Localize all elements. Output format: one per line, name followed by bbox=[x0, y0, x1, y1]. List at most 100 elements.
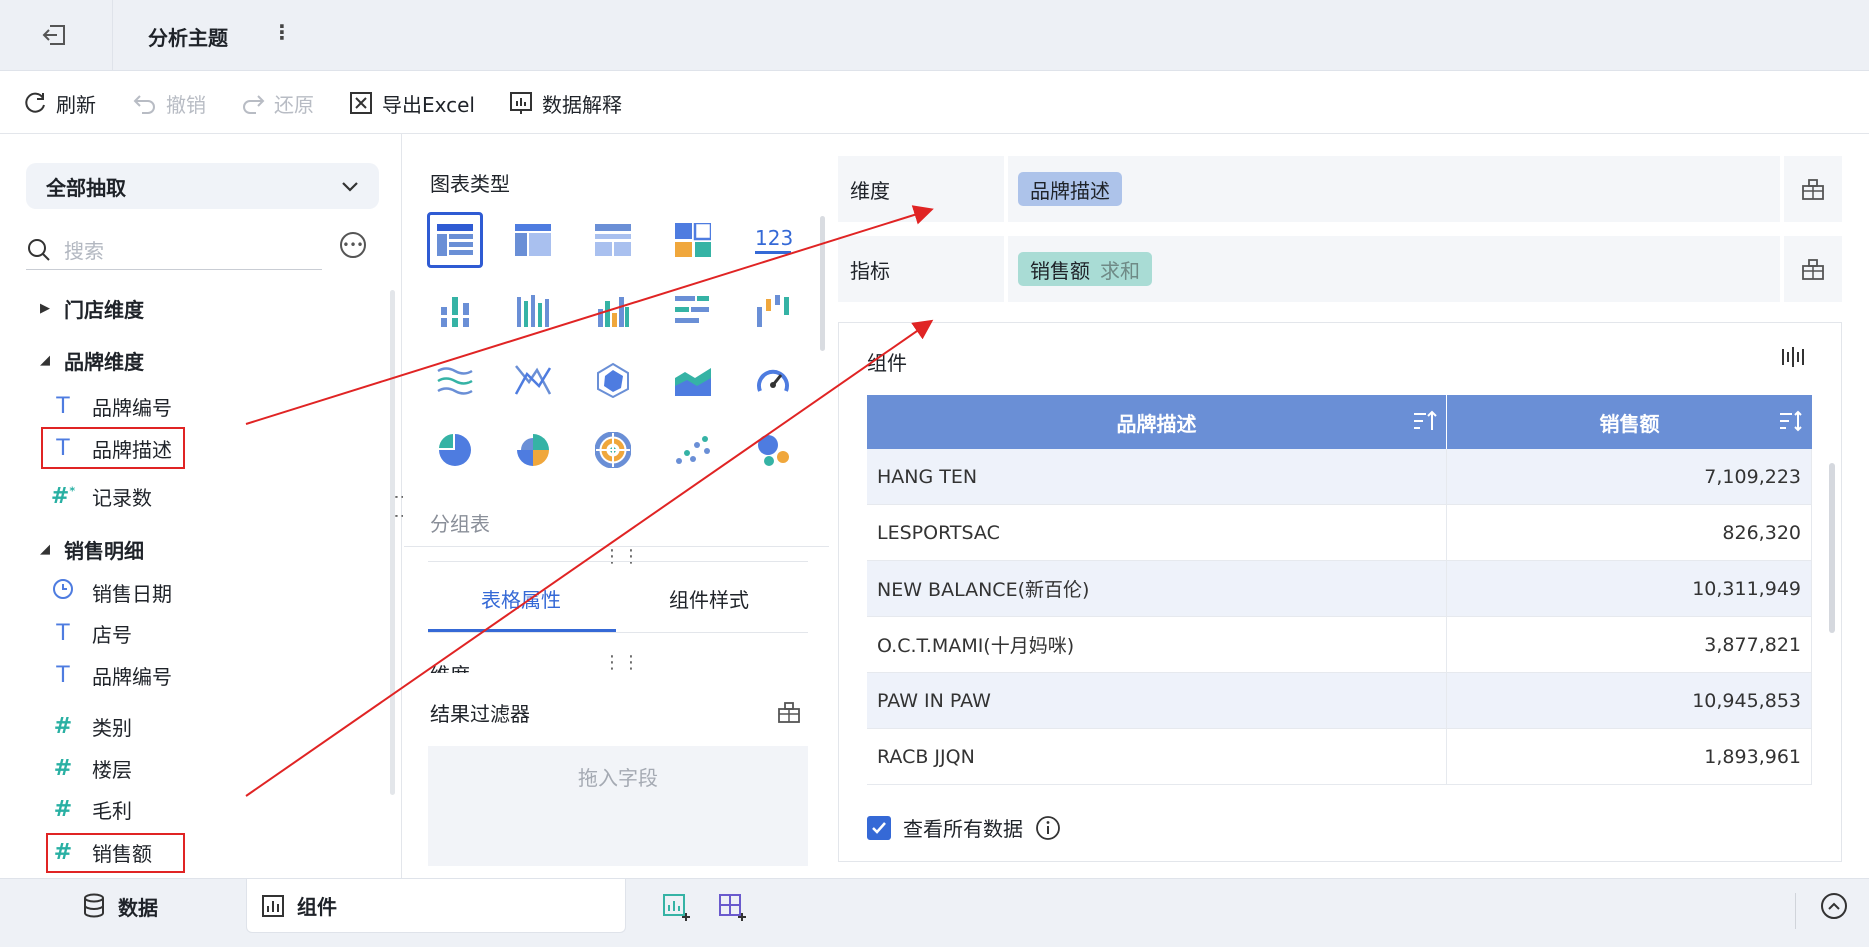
checkbox-checked-icon[interactable] bbox=[867, 815, 891, 840]
excel-icon bbox=[350, 92, 372, 114]
table-scrollbar[interactable] bbox=[1829, 463, 1835, 633]
dimension-section-label: 维度 bbox=[430, 659, 470, 673]
column-header-sales[interactable]: 销售额 bbox=[1447, 395, 1812, 449]
data-table: 品牌描述 销售额 HANG TEN 7,109,223 LESPORTSAC 8… bbox=[867, 395, 1812, 785]
dimension-drop-zone[interactable]: 品牌描述 bbox=[1008, 156, 1780, 222]
hierarchy-icon bbox=[1802, 259, 1824, 280]
grouped-bar-chart-icon[interactable] bbox=[427, 282, 483, 338]
field-label: 店号 bbox=[92, 622, 132, 647]
redo-button[interactable]: 还原 bbox=[240, 89, 314, 117]
undo-button[interactable]: 撤销 bbox=[132, 89, 206, 117]
cell-sales: 10,311,949 bbox=[1447, 561, 1812, 616]
filter-settings-icon[interactable] bbox=[777, 700, 801, 728]
dimension-label: 维度 bbox=[838, 156, 1004, 222]
gauge-chart-icon[interactable] bbox=[745, 352, 801, 408]
section-resize-handle[interactable]: ⋮⋮ bbox=[603, 546, 641, 567]
selected-chart-type-label: 分组表 bbox=[430, 512, 490, 536]
refresh-button[interactable]: 刷新 bbox=[22, 89, 96, 117]
export-excel-button[interactable]: 导出Excel bbox=[348, 89, 475, 117]
sort-icon[interactable] bbox=[1778, 409, 1804, 433]
area-chart-icon[interactable] bbox=[665, 352, 721, 408]
ellipsis-icon: ••• bbox=[342, 238, 364, 252]
number-type-icon: # bbox=[53, 796, 73, 822]
chart-columns-icon[interactable] bbox=[1781, 345, 1805, 373]
sort-icon[interactable] bbox=[1412, 409, 1438, 433]
field-store-no[interactable]: T 店号 bbox=[50, 615, 132, 651]
add-component-icon[interactable] bbox=[662, 893, 692, 927]
filter-drop-zone[interactable]: 拖入字段 bbox=[428, 746, 808, 866]
kpi-card-chart-icon[interactable] bbox=[665, 212, 721, 268]
table-header: 品牌描述 销售额 bbox=[867, 395, 1812, 449]
search-field[interactable]: 搜索 bbox=[26, 230, 322, 270]
more-options-icon[interactable]: ⋮ bbox=[272, 20, 292, 44]
tab-component-style[interactable]: 组件样式 bbox=[669, 584, 749, 613]
waterfall-chart-icon[interactable] bbox=[745, 282, 801, 338]
field-label: 类别 bbox=[92, 715, 132, 740]
collapse-panel-button[interactable] bbox=[1821, 893, 1847, 919]
title-bar: 分析主题 ⋮ bbox=[0, 0, 1869, 71]
cross-table-chart-icon[interactable] bbox=[585, 212, 641, 268]
sunburst-chart-icon[interactable] bbox=[585, 422, 641, 478]
line-chart-icon[interactable] bbox=[427, 352, 483, 408]
field-record-count[interactable]: #* 记录数 bbox=[50, 478, 152, 514]
pie-chart-icon[interactable] bbox=[427, 422, 483, 478]
chart-type-title: 图表类型 bbox=[430, 172, 510, 196]
number-type-icon: # bbox=[53, 755, 73, 781]
column-header-brand[interactable]: 品牌描述 bbox=[867, 395, 1447, 449]
section-resize-handle-2[interactable]: ⋮⋮ bbox=[603, 652, 641, 673]
table-row: O.C.T.MAMI(十月妈咪) 3,877,821 bbox=[867, 617, 1812, 673]
tab-data[interactable]: 数据 bbox=[82, 879, 158, 933]
group-table-chart-icon[interactable] bbox=[427, 212, 483, 268]
tabs-bottom-divider bbox=[428, 632, 808, 633]
view-all-data-checkbox[interactable]: 查看所有数据 bbox=[867, 813, 1061, 842]
rose-pie-chart-icon[interactable] bbox=[505, 422, 561, 478]
column-chart-icon[interactable] bbox=[585, 282, 641, 338]
scatter-chart-icon[interactable] bbox=[665, 422, 721, 478]
detail-table-chart-icon[interactable] bbox=[505, 212, 561, 268]
exit-icon[interactable] bbox=[40, 20, 72, 52]
group-brand-dimension[interactable]: ◢ 品牌维度 bbox=[40, 346, 144, 375]
field-gross-profit[interactable]: # 毛利 bbox=[50, 791, 132, 827]
dimension-pill-brand-desc[interactable]: 品牌描述 bbox=[1018, 172, 1122, 206]
dimension-row: 维度 品牌描述 bbox=[838, 156, 1842, 222]
header-label: 品牌描述 bbox=[1116, 411, 1197, 436]
extract-select[interactable]: 全部抽取 bbox=[26, 163, 379, 209]
add-dashboard-icon[interactable] bbox=[718, 893, 748, 927]
bar-chart-icon bbox=[262, 894, 284, 917]
dimension-settings-button[interactable] bbox=[1784, 156, 1842, 222]
header-label: 销售额 bbox=[1599, 411, 1660, 436]
measure-drop-zone[interactable]: 销售额 求和 bbox=[1008, 236, 1780, 302]
tab-component[interactable]: 组件 bbox=[246, 879, 626, 933]
horizontal-bar-chart-icon[interactable] bbox=[665, 282, 721, 338]
data-explain-button[interactable]: 数据解释 bbox=[508, 89, 622, 117]
field-label: 品牌编号 bbox=[92, 395, 172, 420]
highlight-box-brand-desc bbox=[41, 427, 185, 469]
group-store-dimension[interactable]: ▶ 门店维度 bbox=[40, 294, 144, 323]
info-icon[interactable] bbox=[1035, 815, 1061, 841]
field-floor[interactable]: # 楼层 bbox=[50, 750, 132, 786]
field-sales-date[interactable]: 销售日期 bbox=[50, 574, 172, 610]
field-label: 毛利 bbox=[92, 798, 132, 823]
group-sales-detail[interactable]: ◢ 销售明细 bbox=[40, 535, 144, 564]
measure-pill-sales-amount[interactable]: 销售额 求和 bbox=[1018, 252, 1152, 286]
chart-type-scrollbar[interactable] bbox=[820, 216, 825, 351]
group-label: 销售明细 bbox=[64, 539, 144, 563]
table-row: RACB JJQN 1,893,961 bbox=[867, 729, 1812, 785]
table-row: HANG TEN 7,109,223 bbox=[867, 449, 1812, 505]
stacked-column-chart-icon[interactable] bbox=[505, 282, 561, 338]
field-sales-brand-code[interactable]: T 品牌编号 bbox=[50, 657, 172, 693]
view-all-label: 查看所有数据 bbox=[903, 817, 1023, 841]
cross-line-chart-icon[interactable] bbox=[505, 352, 561, 408]
measure-settings-button[interactable] bbox=[1784, 236, 1842, 302]
bubble-chart-icon[interactable] bbox=[745, 422, 801, 478]
radar-chart-icon[interactable] bbox=[585, 352, 641, 408]
field-brand-code[interactable]: T 品牌编号 bbox=[50, 388, 172, 424]
table-row: LESPORTSAC 826,320 bbox=[867, 505, 1812, 561]
tab-table-properties[interactable]: 表格属性 bbox=[481, 584, 561, 613]
more-actions-button[interactable]: ••• bbox=[340, 232, 366, 258]
number-count-icon: #* bbox=[50, 483, 76, 509]
cell-brand: PAW IN PAW bbox=[867, 673, 1447, 728]
field-panel-scrollbar[interactable] bbox=[390, 290, 395, 795]
field-category[interactable]: # 类别 bbox=[50, 708, 132, 744]
number-123-chart-icon[interactable]: 123 bbox=[745, 212, 801, 268]
